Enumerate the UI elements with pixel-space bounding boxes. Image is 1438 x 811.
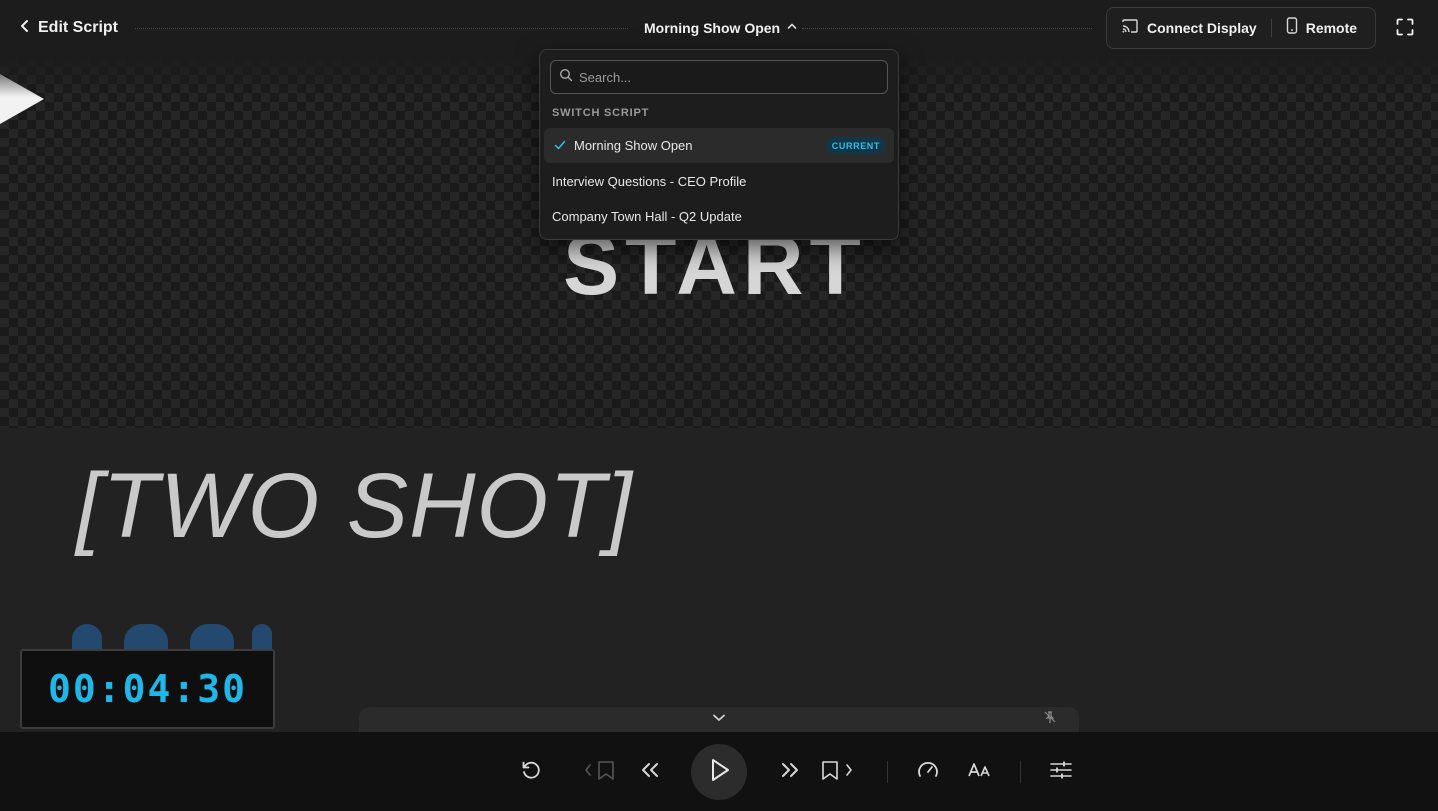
divider bbox=[135, 28, 628, 29]
search-icon bbox=[559, 68, 573, 87]
edit-script-back-button[interactable]: Edit Script bbox=[18, 16, 118, 40]
play-button[interactable] bbox=[691, 744, 747, 800]
check-icon bbox=[554, 138, 566, 156]
search-input[interactable] bbox=[579, 69, 879, 85]
connect-display-label: Connect Display bbox=[1147, 20, 1257, 36]
reset-button[interactable] bbox=[517, 756, 545, 788]
script-item-morning-show-open[interactable]: Morning Show Open CURRENT bbox=[544, 128, 894, 163]
fast-forward-button[interactable] bbox=[776, 756, 804, 788]
next-bookmark-button[interactable] bbox=[820, 756, 856, 788]
collapse-drawer-button[interactable] bbox=[709, 711, 729, 727]
script-item-label: Morning Show Open bbox=[574, 138, 693, 153]
phone-icon bbox=[1286, 17, 1298, 39]
script-switcher-button[interactable]: Morning Show Open bbox=[636, 16, 806, 40]
script-item-label: Company Town Hall - Q2 Update bbox=[552, 209, 742, 224]
remote-button[interactable]: Remote bbox=[1272, 8, 1371, 48]
chevron-down-icon bbox=[712, 710, 726, 728]
pin-off-icon bbox=[1043, 710, 1057, 729]
playback-controls bbox=[0, 732, 1438, 811]
fast-forward-icon bbox=[779, 761, 801, 784]
current-badge: CURRENT bbox=[825, 137, 886, 154]
previous-bookmark-icon bbox=[583, 759, 617, 786]
reset-icon bbox=[520, 759, 542, 786]
chevron-left-icon bbox=[18, 19, 32, 38]
speed-button[interactable] bbox=[914, 756, 942, 788]
text-size-icon bbox=[968, 762, 992, 783]
script-item-company-town-hall[interactable]: Company Town Hall - Q2 Update bbox=[544, 199, 894, 234]
chevron-up-icon bbox=[786, 19, 798, 37]
reading-marker bbox=[0, 57, 44, 141]
cast-icon bbox=[1121, 18, 1139, 39]
timer-value: 00:04:30 bbox=[47, 667, 248, 711]
settings-sliders-icon bbox=[1050, 760, 1072, 785]
pin-drawer-button[interactable] bbox=[1041, 710, 1059, 729]
text-size-button[interactable] bbox=[966, 756, 994, 788]
script-item-interview-questions[interactable]: Interview Questions - CEO Profile bbox=[544, 164, 894, 199]
script-title: Morning Show Open bbox=[644, 20, 781, 36]
fullscreen-icon bbox=[1396, 18, 1414, 41]
output-controls: Connect Display Remote bbox=[1106, 7, 1376, 49]
switch-script-dropdown: SWITCH SCRIPT Morning Show Open CURRENT … bbox=[539, 49, 899, 240]
previous-bookmark-button[interactable] bbox=[583, 756, 617, 788]
divider bbox=[887, 761, 888, 783]
search-field bbox=[550, 60, 888, 94]
cue-text: [TWO SHOT] bbox=[76, 455, 633, 557]
remote-label: Remote bbox=[1305, 20, 1358, 36]
fullscreen-button[interactable] bbox=[1392, 16, 1418, 42]
play-icon bbox=[705, 756, 733, 789]
divider bbox=[802, 28, 1092, 29]
settings-button[interactable] bbox=[1047, 756, 1075, 788]
divider bbox=[1020, 761, 1021, 783]
speed-icon bbox=[916, 759, 940, 786]
rewind-icon bbox=[639, 761, 661, 784]
script-item-label: Interview Questions - CEO Profile bbox=[552, 174, 747, 189]
control-drawer-handle bbox=[359, 707, 1079, 733]
elapsed-timer: 00:04:30 bbox=[20, 649, 275, 729]
section-label: SWITCH SCRIPT bbox=[552, 107, 650, 119]
back-label: Edit Script bbox=[38, 19, 119, 36]
next-bookmark-icon bbox=[820, 759, 856, 786]
connect-display-button[interactable]: Connect Display bbox=[1107, 8, 1271, 48]
rewind-button[interactable] bbox=[636, 756, 664, 788]
